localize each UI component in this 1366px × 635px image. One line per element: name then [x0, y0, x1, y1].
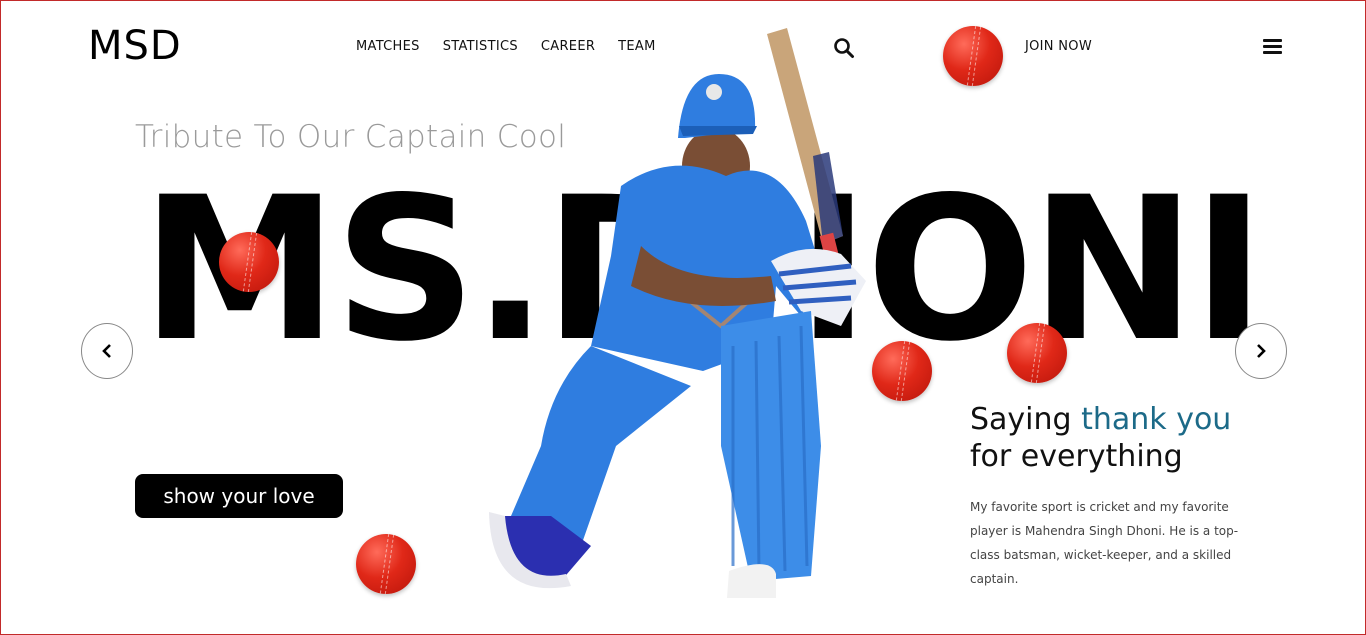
page-frame: MSD MATCHES STATISTICS CAREER TEAM JOIN … [0, 0, 1366, 635]
saying-line2: for everything [970, 439, 1183, 474]
player-illustration [471, 26, 911, 606]
chevron-left-icon [102, 344, 111, 358]
saying-prefix: Saying [970, 402, 1082, 437]
thank-you-heading: Saying thank you for everything [970, 401, 1231, 475]
cricket-ball-icon [872, 341, 932, 401]
carousel-next-button[interactable] [1235, 323, 1287, 379]
nav-item-matches[interactable]: MATCHES [356, 39, 420, 54]
cricket-ball-icon [943, 26, 1003, 86]
cricket-ball-icon [356, 534, 416, 594]
chevron-right-icon [1257, 344, 1266, 358]
site-logo[interactable]: MSD [88, 23, 182, 69]
show-love-button[interactable]: show your love [135, 474, 343, 518]
cricket-ball-icon [1007, 323, 1067, 383]
carousel-prev-button[interactable] [81, 323, 133, 379]
cricket-ball-icon [219, 232, 279, 292]
hamburger-menu-icon[interactable] [1263, 39, 1282, 55]
join-now-link[interactable]: JOIN NOW [1025, 39, 1092, 54]
hero-description: My favorite sport is cricket and my favo… [970, 500, 1239, 586]
saying-accent: thank you [1081, 402, 1232, 437]
